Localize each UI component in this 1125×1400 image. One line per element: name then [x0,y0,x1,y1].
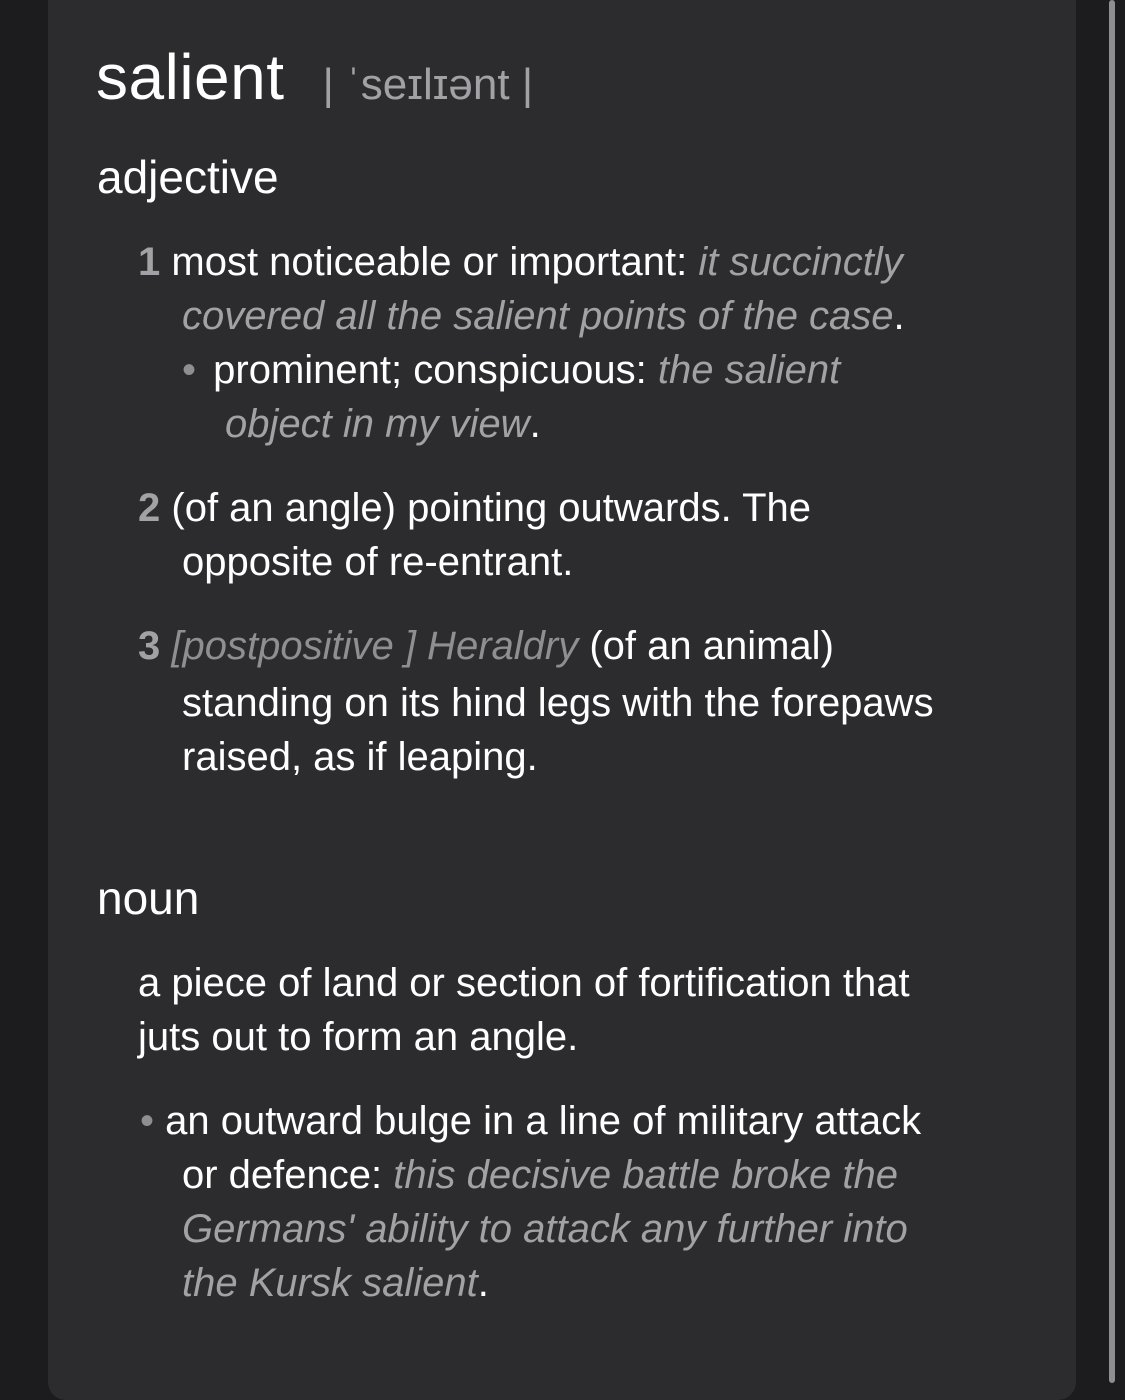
sense-definition: most noticeable or important: [171,240,688,284]
sense-definition: (of an animal) [578,624,834,668]
subsense-definition: an outward bulge in a line of military a… [154,1099,922,1143]
noun-subsense-line-4: the Kursk salient. [182,1256,489,1310]
cross-reference-link[interactable]: re-entrant [389,540,562,584]
subsense-example: object in my view [225,402,530,446]
sense-definition: juts out to form an angle. [138,1015,579,1059]
sense-period: . [893,294,905,338]
subsense-example: Germans' ability to attack any further i… [182,1207,908,1251]
noun-subsense-line-2: or defence: this decisive battle broke t… [182,1148,898,1202]
sense-2-line-2: opposite of re-entrant. [182,535,573,589]
sense-3-line-3: raised, as if leaping. [182,730,538,784]
noun-subsense-line-1: • an outward bulge in a line of military… [140,1094,921,1148]
subsense-1-line-1: • prominent; conspicuous: the salient [182,343,840,397]
pos-adjective: adjective [97,151,279,203]
sense-definition: (of an angle) pointing outwards. The [171,486,812,530]
subsense-definition: or defence: [182,1153,383,1197]
subsense-period: . [529,402,541,446]
noun-sense-line-1: a piece of land or section of fortificat… [138,956,910,1010]
pronunciation: | ˈseɪlɪənt | [322,60,534,109]
subsense-example: the salient [657,348,841,392]
subsense-definition: prominent; conspicuous: [213,348,647,392]
subsense-example: the Kursk salient [182,1261,478,1305]
bullet-icon: • [140,1099,155,1143]
subsense-period: . [477,1261,489,1305]
subsense-1-line-2: object in my view. [225,397,541,451]
entry-header: salient | ˈseɪlɪənt | [96,40,533,114]
sense-3-line-2: standing on its hind legs with the forep… [182,676,934,730]
scrollbar[interactable] [1109,0,1115,1383]
noun-sense-line-2: juts out to form an angle. [138,1010,578,1064]
sense-number: 3 [138,624,161,668]
sense-number: 2 [138,486,161,530]
sense-example: covered all the salient points of the ca… [182,294,894,338]
subsense-example: this decisive battle broke the [382,1153,898,1197]
sense-1-line-2: covered all the salient points of the ca… [182,289,905,343]
sense-definition: standing on its hind legs with the forep… [182,681,934,725]
sense-2-line-1: 2 (of an angle) pointing outwards. The [138,481,811,535]
sense-number: 1 [138,240,161,284]
sense-definition: raised, as if leaping. [182,735,538,779]
noun-subsense-line-3: Germans' ability to attack any further i… [182,1202,908,1256]
sense-definition: a piece of land or section of fortificat… [138,961,910,1005]
sense-3-line-1: 3 [postpositive ] Heraldry (of an animal… [138,619,834,673]
bullet-icon: • [182,348,197,392]
sense-period: . [562,540,574,584]
sense-1-line-1: 1 most noticeable or important: it succi… [138,235,903,289]
sense-definition: opposite of [182,540,389,584]
pos-noun: noun [97,872,200,924]
headword: salient [96,41,285,113]
sense-example: it succinctly [698,240,903,284]
usage-label: [postpositive ] Heraldry [171,624,579,668]
